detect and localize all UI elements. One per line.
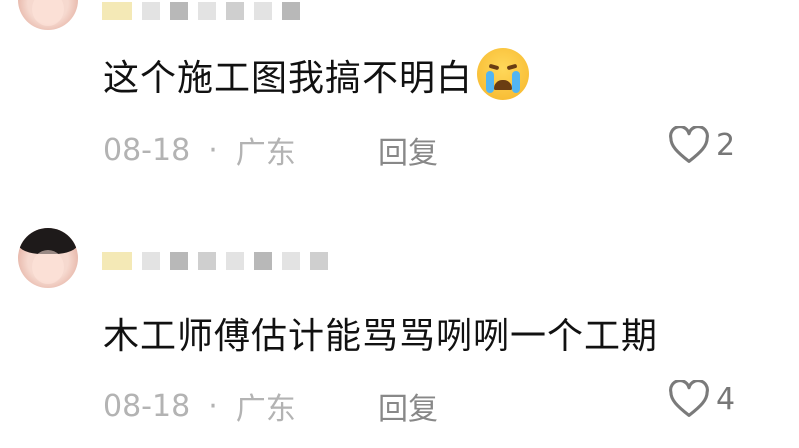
comment-location: 广东 [235, 392, 296, 427]
avatar-face [32, 250, 64, 284]
reply-button[interactable]: 回复 [378, 384, 438, 428]
blur-block [282, 252, 300, 270]
comment-item: 木工师傅估计能骂骂咧咧一个工期 08-18 · 广东 回复 4 [0, 0, 799, 448]
heart-icon [669, 380, 709, 417]
comment-meta: 08-18 · 广东 [103, 384, 296, 428]
username-blurred[interactable] [102, 250, 328, 272]
blur-block [170, 252, 188, 270]
blur-block [102, 252, 132, 270]
like-count: 4 [716, 381, 736, 417]
blur-block [198, 252, 216, 270]
meta-separator: · [208, 388, 218, 424]
blur-block [254, 252, 272, 270]
blur-block [226, 252, 244, 270]
comment-text: 木工师傅估计能骂骂咧咧一个工期 [103, 316, 659, 357]
blur-block [142, 252, 160, 270]
avatar[interactable] [18, 228, 78, 288]
like-button[interactable]: 4 [668, 380, 735, 418]
comment-date: 08-18 [103, 388, 191, 424]
blur-block [310, 252, 328, 270]
